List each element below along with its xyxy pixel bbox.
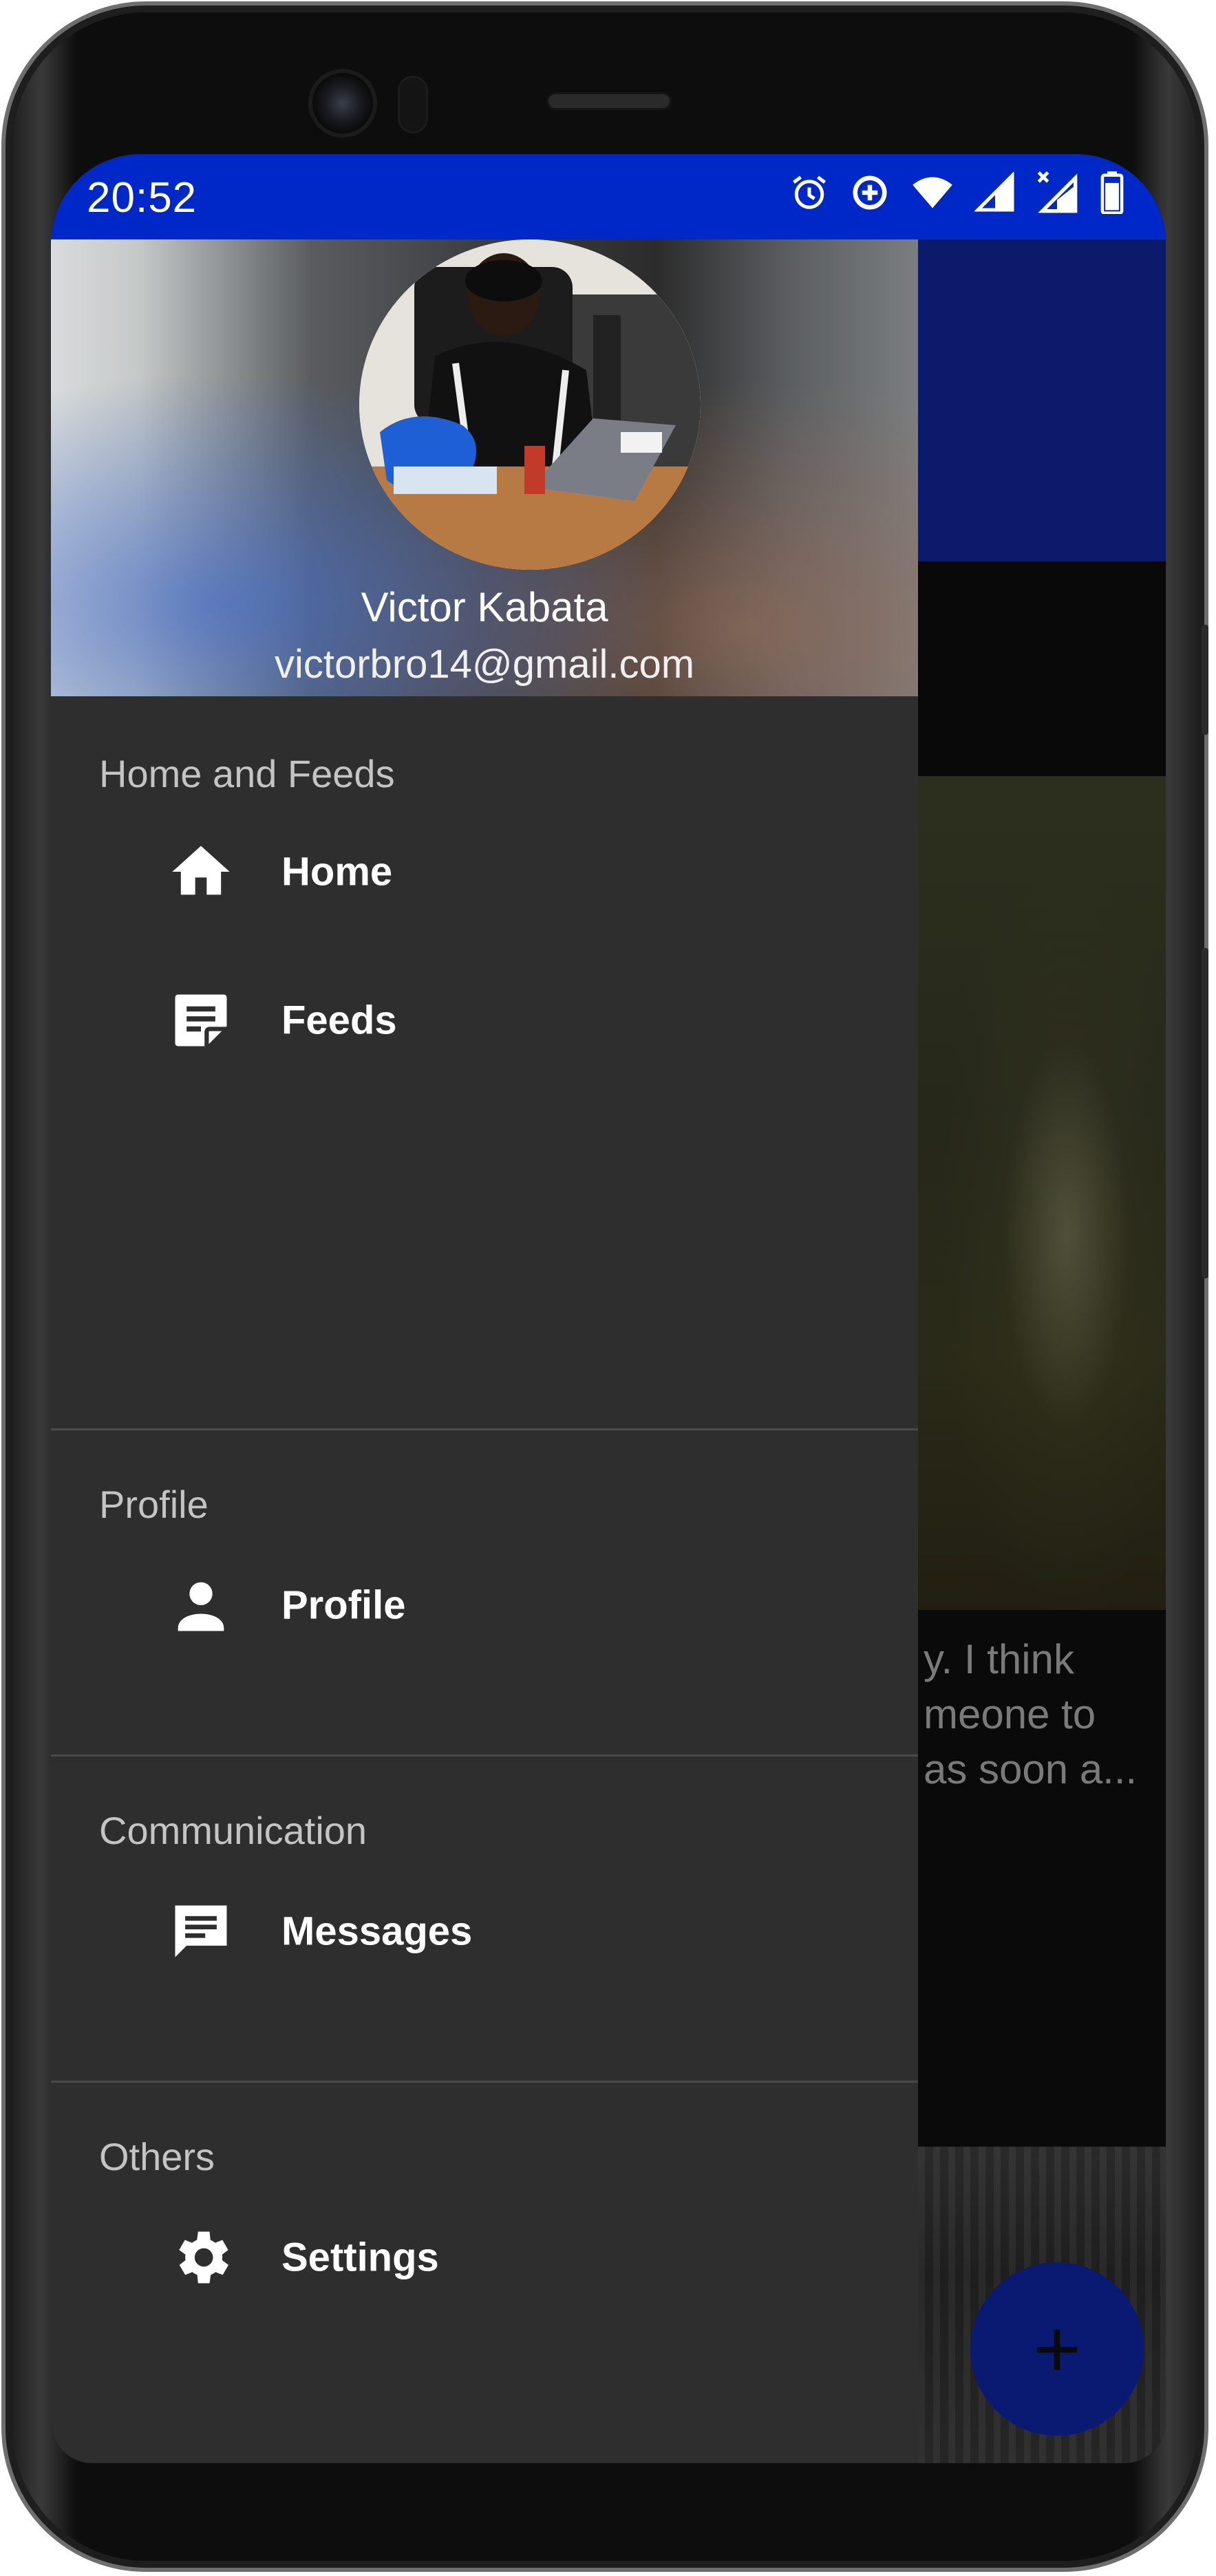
wifi-icon: [913, 177, 952, 208]
menu-item-label: Home: [281, 849, 393, 894]
excerpt-line: y. I think: [924, 1636, 1074, 1682]
excerpt-line: meone to: [924, 1691, 1096, 1737]
status-bar: 20:52: [51, 154, 1166, 239]
front-camera: [308, 69, 377, 138]
drawer-header: Victor Kabata victorbro14@gmail.com: [51, 239, 918, 696]
app-toolbar: [918, 239, 1166, 561]
volume-button: [1202, 948, 1208, 1278]
earpiece-speaker: [546, 92, 672, 110]
home-icon: [172, 846, 230, 895]
feed-post-excerpt: y. I think meone to as soon a...: [924, 1632, 1158, 1797]
menu-item-label: Profile: [281, 1582, 406, 1628]
divider: [51, 1428, 918, 1430]
proximity-sensor: [398, 76, 428, 133]
signal-icon: [974, 172, 1014, 212]
avatar-photo: [359, 239, 701, 570]
feed-post-image: [918, 776, 1166, 1610]
menu-item-label: Messages: [281, 1909, 473, 1954]
status-time: 20:52: [87, 174, 198, 222]
user-email: victorbro14@gmail.com: [274, 642, 695, 687]
section-title-profile: Profile: [99, 1483, 209, 1526]
message-icon: [175, 1905, 227, 1957]
feed-header-area: [918, 561, 1166, 776]
excerpt-line: as soon a...: [924, 1746, 1138, 1792]
plus-icon: +: [1032, 2303, 1082, 2395]
divider: [51, 1754, 918, 1757]
add-post-button[interactable]: +: [970, 2262, 1144, 2436]
menu-item-profile[interactable]: Profile: [51, 1540, 918, 1671]
divider: [51, 2081, 918, 2083]
menu-item-settings[interactable]: Settings: [51, 2192, 918, 2323]
menu-item-messages[interactable]: Messages: [51, 1866, 918, 1997]
data-saver-icon: [853, 175, 887, 210]
section-title-others: Others: [99, 2135, 215, 2178]
user-name: Victor Kabata: [361, 584, 608, 630]
menu-item-home[interactable]: Home: [51, 806, 918, 937]
menu-item-label: Feeds: [281, 998, 397, 1043]
menu-item-feeds[interactable]: Feeds: [51, 955, 918, 1086]
avatar[interactable]: [359, 239, 701, 570]
phone-frame: y. I think meone to as soon a... + 20:52: [1, 1, 1208, 2572]
menu-item-label: Settings: [281, 2235, 439, 2280]
feeds-icon: [175, 994, 227, 1046]
navigation-drawer: Victor Kabata victorbro14@gmail.com Home…: [51, 239, 918, 2463]
alarm-icon: [793, 175, 826, 209]
section-title-communication: Communication: [99, 1809, 367, 1852]
section-title-home-and-feeds: Home and Feeds: [99, 752, 395, 795]
person-icon: [178, 1582, 224, 1631]
signal-no-data-icon: [1037, 171, 1078, 213]
status-icons: [789, 171, 1126, 215]
gear-icon: [179, 2231, 228, 2284]
battery-icon: [1100, 171, 1124, 214]
screen: y. I think meone to as soon a... + 20:52: [51, 154, 1166, 2463]
power-button: [1202, 625, 1208, 735]
